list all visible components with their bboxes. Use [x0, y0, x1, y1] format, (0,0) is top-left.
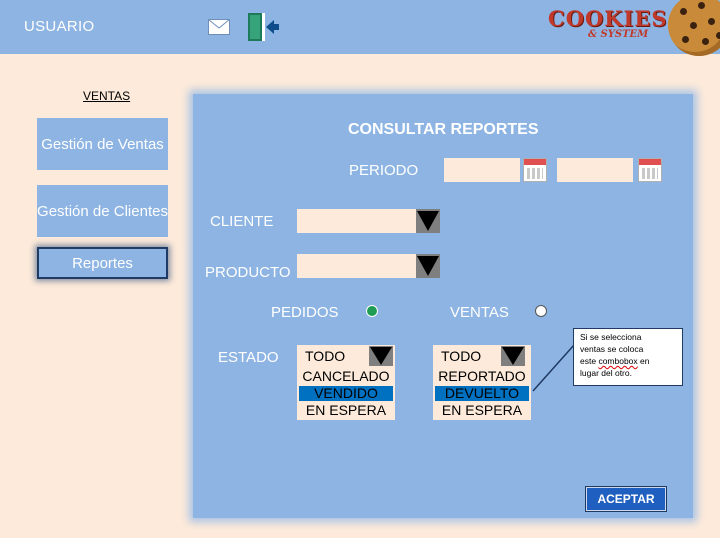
calendar-icon[interactable]: [638, 158, 662, 182]
calendar-icon[interactable]: [523, 158, 547, 182]
list-item[interactable]: CANCELADO: [299, 369, 393, 384]
sidebar-item-gestion-clientes[interactable]: Gestión de Clientes: [37, 185, 168, 237]
list-item[interactable]: EN ESPERA: [435, 403, 529, 418]
cookie-icon: [668, 0, 720, 56]
sidebar-item-reportes[interactable]: Reportes: [37, 247, 168, 279]
pedidos-label: PEDIDOS: [271, 304, 339, 321]
list-item-selected[interactable]: DEVUELTO: [435, 386, 529, 401]
accept-button[interactable]: ACEPTAR: [586, 487, 666, 511]
logo-word: COOKIES: [548, 6, 668, 31]
user-label: USUARIO: [24, 18, 95, 35]
note-line: Si se selecciona: [580, 332, 642, 342]
top-bar: USUARIO COOKIES & SYSTEM: [0, 0, 720, 56]
list-item[interactable]: TODO: [305, 349, 345, 364]
mail-icon[interactable]: [208, 19, 230, 35]
pedidos-radio[interactable]: [366, 305, 378, 317]
date-from-field[interactable]: [444, 158, 520, 182]
estado-pedidos-listbox[interactable]: TODO CANCELADO VENDIDO EN ESPERA: [297, 345, 395, 420]
sidebar-item-label: Gestión de Clientes: [37, 202, 168, 220]
estado-ventas-listbox[interactable]: TODO REPORTADO DEVUELTO EN ESPERA: [433, 345, 531, 420]
list-item-selected[interactable]: VENDIDO: [299, 386, 393, 401]
brand-logo: COOKIES & SYSTEM: [540, 0, 720, 56]
annotation-note: Si se selecciona ventas se coloca este c…: [573, 328, 683, 386]
page-title: CONSULTAR REPORTES: [348, 121, 539, 138]
logo-subtitle: & SYSTEM: [588, 29, 649, 40]
note-line: este combobox en: [580, 356, 650, 366]
list-item[interactable]: EN ESPERA: [299, 403, 393, 418]
note-line: lugar del otro.: [580, 368, 632, 378]
note-line: ventas se coloca: [580, 344, 644, 354]
chevron-down-icon[interactable]: [416, 209, 440, 233]
date-to-field[interactable]: [557, 158, 633, 182]
ventas-radio[interactable]: [535, 305, 547, 317]
estado-label: ESTADO: [218, 349, 279, 366]
sidebar-item-label: Gestión de Ventas: [41, 135, 164, 153]
list-item[interactable]: REPORTADO: [435, 369, 529, 384]
chevron-down-icon[interactable]: [416, 254, 440, 278]
producto-label: PRODUCTO: [205, 264, 291, 281]
ventas-label: VENTAS: [450, 304, 509, 321]
sidebar-item-gestion-ventas[interactable]: Gestión de Ventas: [37, 118, 168, 170]
cliente-label: CLIENTE: [210, 213, 274, 230]
cliente-combobox[interactable]: [297, 209, 440, 233]
chevron-down-icon[interactable]: [369, 346, 393, 366]
sidebar-heading: VENTAS: [83, 89, 131, 103]
exit-door-icon[interactable]: [246, 11, 280, 43]
sidebar-item-label: Reportes: [72, 254, 133, 272]
list-item[interactable]: TODO: [441, 349, 481, 364]
chevron-down-icon[interactable]: [501, 346, 525, 366]
periodo-label: PERIODO: [349, 162, 419, 179]
producto-combobox[interactable]: [297, 254, 440, 278]
